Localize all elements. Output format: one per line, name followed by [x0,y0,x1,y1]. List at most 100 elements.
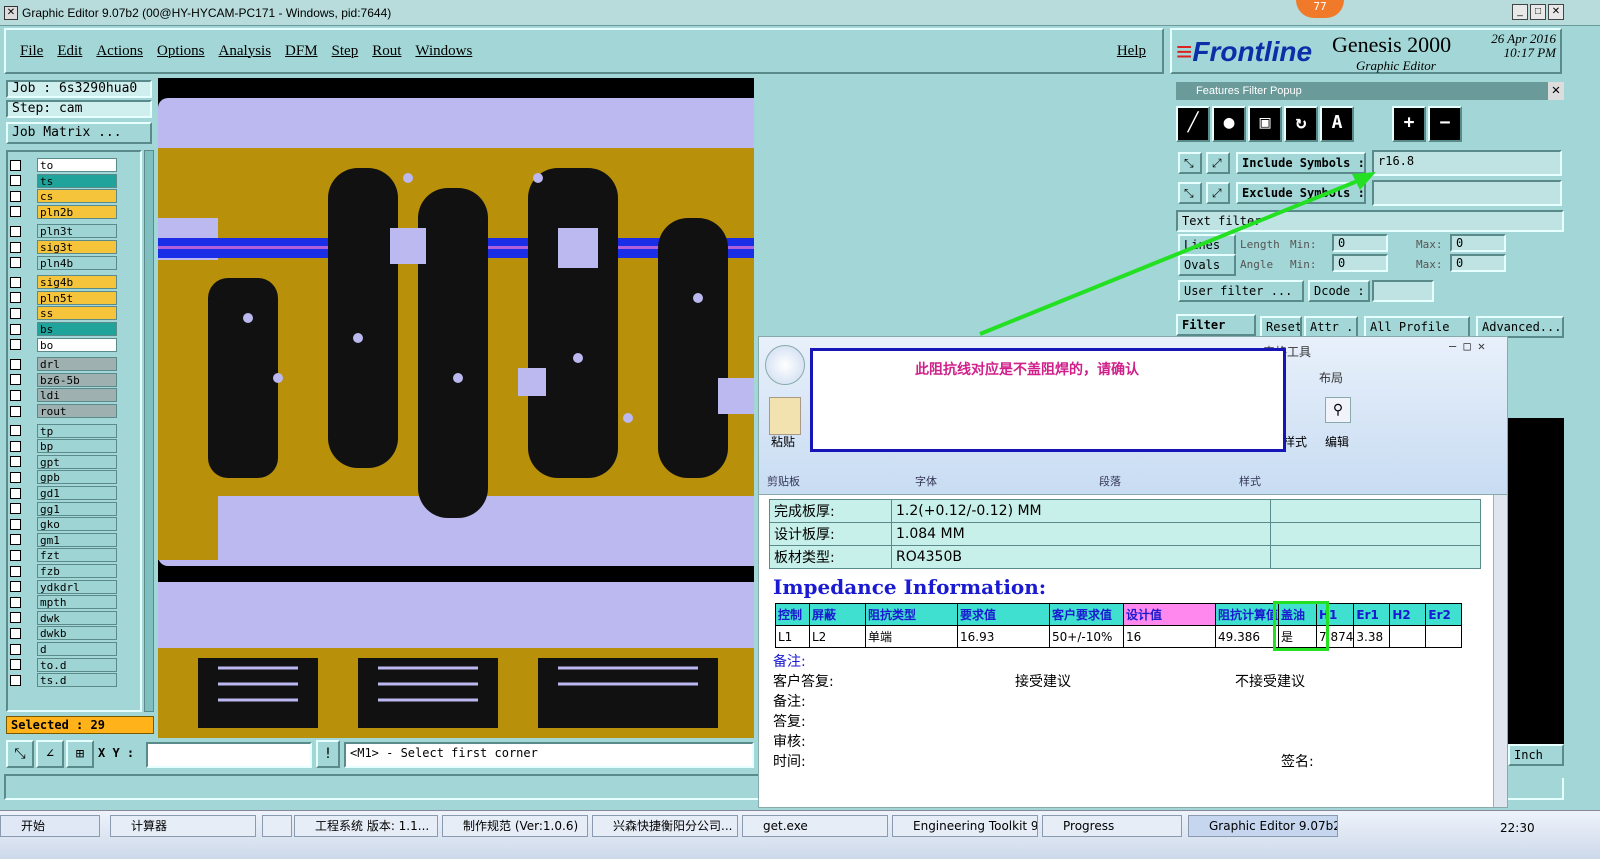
popup-close-icon[interactable]: ✕ [1548,82,1564,100]
layer-name[interactable]: gpb [37,470,117,485]
layer-row[interactable]: gpb [10,470,117,485]
length-max-input[interactable]: 0 [1450,234,1506,252]
style-button[interactable]: 样式 [1283,433,1307,450]
layer-name[interactable]: d [37,642,117,656]
dcode-input[interactable] [1372,280,1434,302]
binoculars-icon[interactable]: ⚲ [1325,397,1351,423]
layer-row[interactable]: ts.d [10,673,117,688]
grid-tool-button[interactable]: ⊞ [66,740,94,768]
layer-row[interactable]: pln4b [10,255,117,270]
layer-name[interactable]: sig4b [37,275,117,290]
menu-step[interactable]: Step [332,43,359,60]
zoom-tool-button[interactable]: ⤡ [6,740,34,768]
layer-checkbox[interactable] [10,487,21,499]
document-body[interactable]: 完成板厚: 1.2(+0.12/-0.12) MM 设计板厚: 1.084 MM 板… [759,495,1507,807]
ovals-toggle[interactable]: Ovals [1178,254,1236,276]
menu-edit[interactable]: Edit [57,43,82,60]
layer-row[interactable]: gko [10,517,117,532]
layer-row[interactable]: bz6-5b [10,372,117,387]
pad-symbol-icon[interactable]: ● [1212,106,1246,142]
layer-checkbox[interactable] [10,206,21,218]
length-min-input[interactable]: 0 [1332,234,1388,252]
layer-checkbox[interactable] [10,425,21,437]
layer-row[interactable]: cs [10,189,117,204]
layer-name[interactable]: bz6-5b [37,372,117,387]
start-button[interactable]: 开始 [0,815,100,837]
layer-checkbox[interactable] [10,534,21,546]
layer-row[interactable]: tp [10,423,117,438]
layer-row[interactable]: gd1 [10,486,117,500]
layer-row[interactable]: ts [10,173,117,188]
layer-checkbox[interactable] [10,674,21,686]
layer-checkbox[interactable] [10,643,21,655]
layer-checkbox[interactable] [10,518,21,530]
layer-name[interactable]: pln3t [37,224,117,239]
advanced-button[interactable]: Advanced... [1476,316,1564,338]
layer-name[interactable]: fzt [37,548,117,563]
include-symbols-input[interactable]: r16.8 [1372,150,1562,176]
layer-row[interactable]: gg1 [10,501,117,516]
user-filter-button[interactable]: User filter ... [1178,280,1304,302]
layer-name[interactable]: bo [37,337,117,352]
menu-rout[interactable]: Rout [372,43,401,60]
layer-checkbox[interactable] [10,471,21,483]
layer-row[interactable]: pln5t [10,290,117,305]
taskbar-get-exe[interactable]: get.exe [742,815,888,837]
taskbar-engineering-system[interactable]: 工程系统 版本: 1.1... [294,815,438,837]
text-symbol-icon[interactable]: A [1320,106,1354,142]
layer-checkbox[interactable] [10,503,21,515]
layer-name[interactable]: ts.d [37,673,117,688]
taskbar-spec[interactable]: 制作规范 (Ver:1.0.6) [442,815,588,837]
layer-name[interactable]: rout [37,404,117,418]
layer-row[interactable]: gm1 [10,532,117,547]
menu-file[interactable]: File [20,43,43,60]
layer-checkbox[interactable] [10,292,21,304]
minimize-button[interactable]: _ [1512,4,1528,20]
layer-row[interactable]: gpt [10,454,117,469]
attr-button[interactable]: Attr ... [1304,316,1358,338]
layer-checkbox[interactable] [10,440,21,452]
layer-row[interactable]: fzt [10,548,117,563]
layer-name[interactable]: to.d [37,657,117,672]
layer-row[interactable]: to.d [10,657,117,672]
layer-name[interactable]: to [37,158,117,172]
filter-button[interactable]: Filter [1176,314,1256,336]
plus-icon[interactable]: + [1392,106,1426,142]
layer-checkbox[interactable] [10,175,21,187]
layer-row[interactable]: sig4b [10,275,117,290]
layer-checkbox[interactable] [10,565,21,577]
layer-row[interactable]: mpth [10,595,117,610]
layer-name[interactable]: cs [37,189,117,204]
taskbar-graphic-editor[interactable]: Graphic Editor 9.07b2 (... [1188,815,1338,837]
layer-checkbox[interactable] [10,358,21,370]
text-filter-field[interactable]: Text filter [1176,210,1564,232]
layer-checkbox[interactable] [10,374,21,386]
units-dropdown[interactable]: Inch [1508,744,1564,766]
layer-name[interactable]: gko [37,517,117,532]
layer-name[interactable]: gd1 [37,486,117,500]
arc-symbol-icon[interactable]: ↻ [1284,106,1318,142]
layer-name[interactable]: fzb [37,564,117,578]
minus-icon[interactable]: − [1428,106,1462,142]
layer-checkbox[interactable] [10,659,21,671]
layer-row[interactable]: rout [10,404,117,418]
layer-checkbox[interactable] [10,456,21,468]
office-button[interactable] [765,345,805,385]
layer-checkbox[interactable] [10,612,21,624]
word-window-controls[interactable]: — □ ✕ [1449,339,1485,353]
layer-row[interactable]: pln2b [10,204,117,219]
layer-name[interactable]: pln5t [37,290,117,305]
layer-checkbox[interactable] [10,405,21,417]
layer-scrollbar[interactable] [144,150,154,712]
angle-max-input[interactable]: 0 [1450,254,1506,272]
layer-row[interactable]: drl [10,357,117,372]
word-scrollbar[interactable] [1493,495,1507,807]
layer-name[interactable]: sig3t [37,240,117,254]
taskbar-chrome-icon[interactable] [262,815,292,837]
layer-checkbox[interactable] [10,159,21,171]
layer-checkbox[interactable] [10,307,21,319]
exclude-pick-icon[interactable]: ⤢ [1206,182,1230,204]
layer-name[interactable]: gg1 [37,501,117,516]
angle-min-input[interactable]: 0 [1332,254,1388,272]
layer-name[interactable]: bp [37,439,117,454]
